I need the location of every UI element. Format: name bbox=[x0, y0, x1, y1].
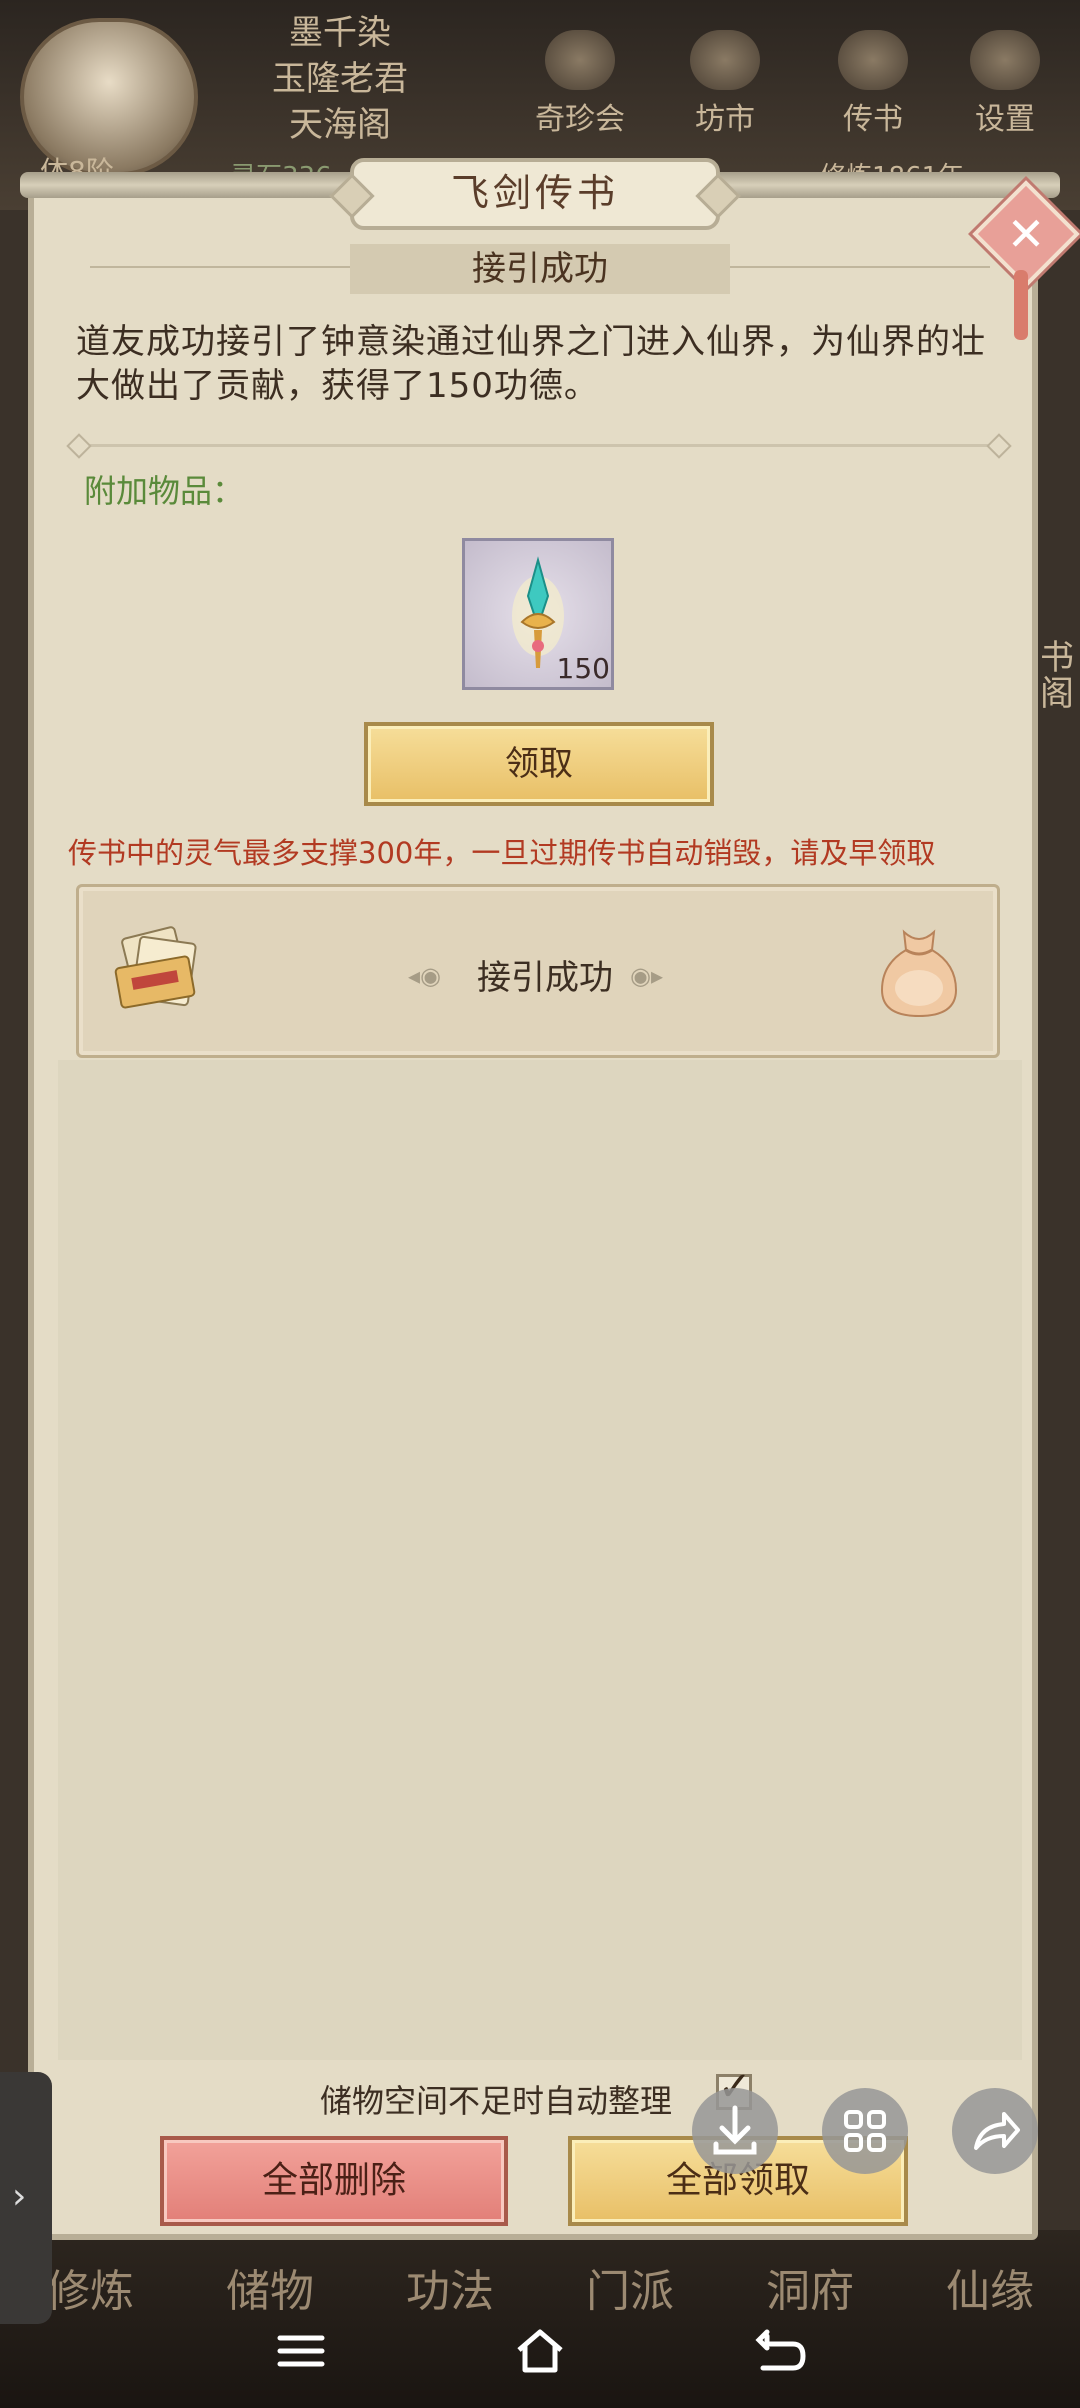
auto-sort-label: 储物空间不足时自动整理 bbox=[320, 2082, 673, 2120]
nav-letter[interactable]: 传书 bbox=[818, 30, 928, 137]
bottom-nav-skills[interactable]: 功法 bbox=[380, 2255, 520, 2319]
item-quantity: 150 bbox=[556, 652, 610, 685]
expiry-warning: 传书中的灵气最多支撑300年，一旦过期传书自动销毁，请及早领取 bbox=[68, 836, 936, 870]
mail-list-area[interactable] bbox=[58, 1060, 1022, 2060]
delete-all-button[interactable]: 全部删除 bbox=[160, 2136, 508, 2226]
ornament-right: ◉▸ bbox=[630, 962, 663, 990]
grid-icon bbox=[844, 2110, 886, 2152]
bottom-nav-cave[interactable]: 洞府 bbox=[740, 2255, 880, 2319]
gear-icon bbox=[970, 30, 1040, 90]
nav-label: 设置 bbox=[975, 102, 1035, 137]
mail-message: 道友成功接引了钟意染通过仙界之门进入仙界，为仙界的壮大做出了贡献，获得了150功… bbox=[76, 322, 986, 406]
nav-label: 奇珍会 bbox=[535, 102, 625, 137]
home-icon bbox=[517, 2329, 563, 2373]
nav-treasure[interactable]: 奇珍会 bbox=[525, 30, 635, 137]
nav-settings[interactable]: 设置 bbox=[950, 30, 1060, 137]
name-line: 玉隆老君 bbox=[272, 59, 408, 99]
nav-market[interactable]: 坊市 bbox=[670, 30, 780, 137]
attachments-label: 附加物品： bbox=[84, 472, 245, 510]
divider bbox=[76, 444, 1004, 447]
back-button[interactable] bbox=[745, 2316, 815, 2386]
name-line: 天海阁 bbox=[289, 105, 391, 145]
back-icon bbox=[755, 2329, 806, 2371]
claim-button[interactable]: 领取 bbox=[364, 722, 714, 806]
share-button[interactable] bbox=[952, 2088, 1038, 2174]
download-icon bbox=[713, 2105, 757, 2155]
dialog-title: 飞剑传书 bbox=[350, 158, 720, 230]
edge-char: 书 bbox=[1040, 638, 1074, 678]
share-icon bbox=[974, 2112, 1020, 2150]
nav-label: 坊市 bbox=[695, 102, 755, 137]
right-edge-label: 书 阁 bbox=[1040, 640, 1080, 712]
home-button[interactable] bbox=[505, 2316, 575, 2386]
download-button[interactable] bbox=[692, 2088, 778, 2174]
bottom-nav-fate[interactable]: 仙缘 bbox=[920, 2255, 1060, 2319]
bottom-nav-storage[interactable]: 储物 bbox=[200, 2255, 340, 2319]
menu-button[interactable] bbox=[266, 2316, 336, 2386]
mail-subject-heading: 接引成功 bbox=[350, 244, 730, 294]
letter-icon bbox=[838, 30, 908, 90]
bottom-nav-sect[interactable]: 门派 bbox=[560, 2255, 700, 2319]
nav-label: 传书 bbox=[843, 102, 903, 137]
treasure-icon bbox=[545, 30, 615, 90]
name-stack: 墨千染 玉隆老君 天海阁 bbox=[230, 10, 450, 148]
grid-button[interactable] bbox=[822, 2088, 908, 2174]
letter-bundle-icon bbox=[114, 926, 197, 1009]
edge-char: 阁 bbox=[1040, 674, 1074, 714]
chevron-right-icon: › bbox=[12, 2176, 27, 2217]
tassel-decoration bbox=[1014, 270, 1028, 340]
market-icon bbox=[690, 30, 760, 90]
menu-icon bbox=[277, 2335, 325, 2367]
name-line: 墨千染 bbox=[289, 13, 391, 53]
close-icon: ✕ bbox=[1006, 207, 1046, 261]
pouch-icon bbox=[880, 929, 958, 1018]
